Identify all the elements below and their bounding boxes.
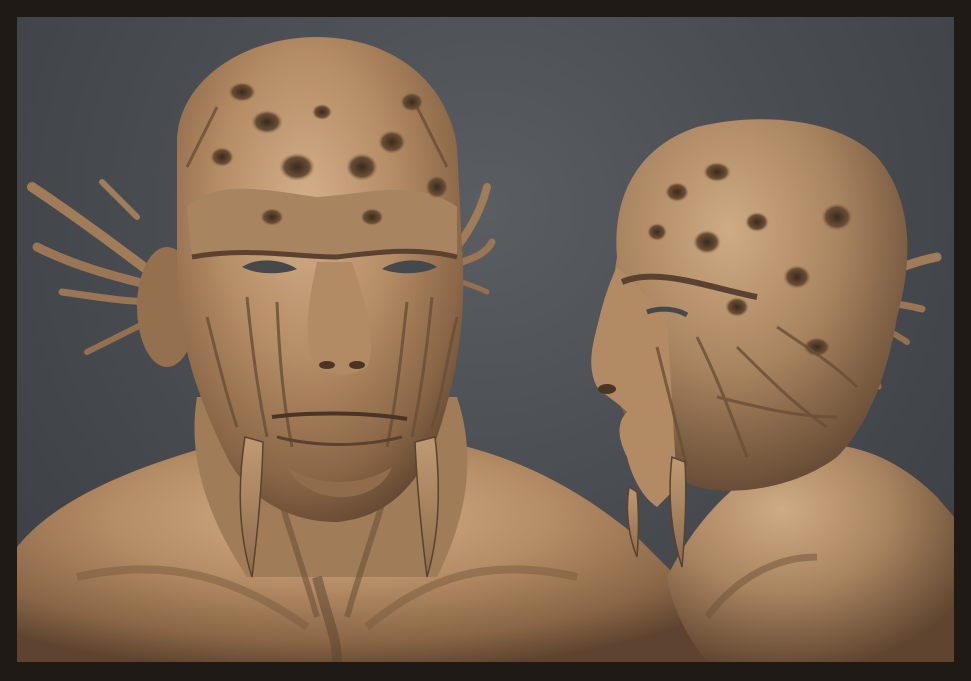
left-ear-fins [27,179,197,367]
image-frame [0,0,971,681]
sculpt-render [17,37,954,662]
render-viewport [17,17,954,662]
